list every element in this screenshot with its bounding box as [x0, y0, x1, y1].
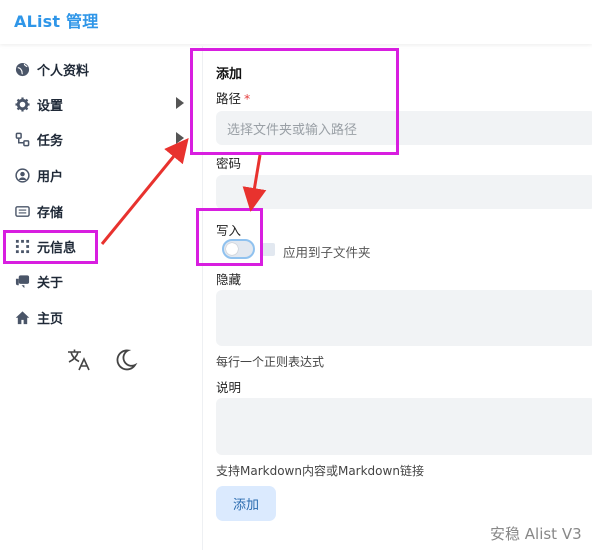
globe-icon	[14, 61, 30, 77]
apply-subfolder-checkbox[interactable]	[262, 243, 275, 256]
readme-label: 说明	[216, 380, 242, 395]
sidebar-item-label: 设置	[37, 98, 64, 114]
sidebar-bottom-actions	[66, 347, 138, 377]
tasks-icon	[14, 131, 30, 147]
sidebar-item-label: 任务	[37, 133, 64, 149]
chat-icon	[14, 273, 30, 289]
sidebar-item-profile[interactable]: 个人资料	[14, 58, 89, 80]
storage-icon	[14, 203, 30, 219]
sidebar	[0, 46, 203, 550]
watermark: 安稳 Alist V3	[490, 525, 582, 543]
sidebar-item-label: 主页	[37, 311, 64, 327]
sidebar-item-label: 关于	[37, 275, 64, 291]
translate-icon[interactable]	[66, 347, 92, 377]
chevron-right-icon[interactable]	[176, 97, 184, 109]
highlight-box-write	[196, 208, 263, 266]
top-bar: AList 管理	[0, 0, 592, 44]
password-label: 密码	[216, 156, 242, 171]
highlight-box-meta	[3, 230, 98, 264]
home-icon	[14, 309, 30, 325]
password-input[interactable]	[216, 175, 592, 209]
readme-hint: 支持Markdown内容或Markdown链接	[216, 464, 424, 478]
sidebar-item-home[interactable]: 主页	[14, 306, 63, 328]
user-circle-icon	[14, 167, 30, 183]
sidebar-item-users[interactable]: 用户	[14, 164, 63, 186]
sidebar-item-label: 用户	[37, 169, 64, 185]
gear-icon	[14, 96, 30, 112]
hide-hint: 每行一个正则表达式	[216, 355, 325, 369]
sidebar-item-tasks[interactable]: 任务	[14, 128, 63, 150]
add-button[interactable]: 添加	[216, 486, 276, 521]
hide-textarea[interactable]	[216, 290, 592, 346]
sidebar-item-about[interactable]: 关于	[14, 270, 63, 292]
chevron-right-icon[interactable]	[176, 132, 184, 144]
highlight-box-path	[190, 48, 399, 155]
hide-label: 隐藏	[216, 272, 242, 287]
sidebar-item-storage[interactable]: 存储	[14, 200, 63, 222]
sidebar-item-settings[interactable]: 设置	[14, 93, 63, 115]
moon-icon[interactable]	[112, 347, 138, 377]
readme-textarea[interactable]	[216, 398, 592, 455]
sidebar-item-label: 存储	[37, 205, 64, 221]
sidebar-item-label: 个人资料	[37, 63, 90, 79]
app-logo[interactable]: AList 管理	[14, 8, 98, 32]
apply-subfolder-label: 应用到子文件夹	[283, 245, 371, 260]
